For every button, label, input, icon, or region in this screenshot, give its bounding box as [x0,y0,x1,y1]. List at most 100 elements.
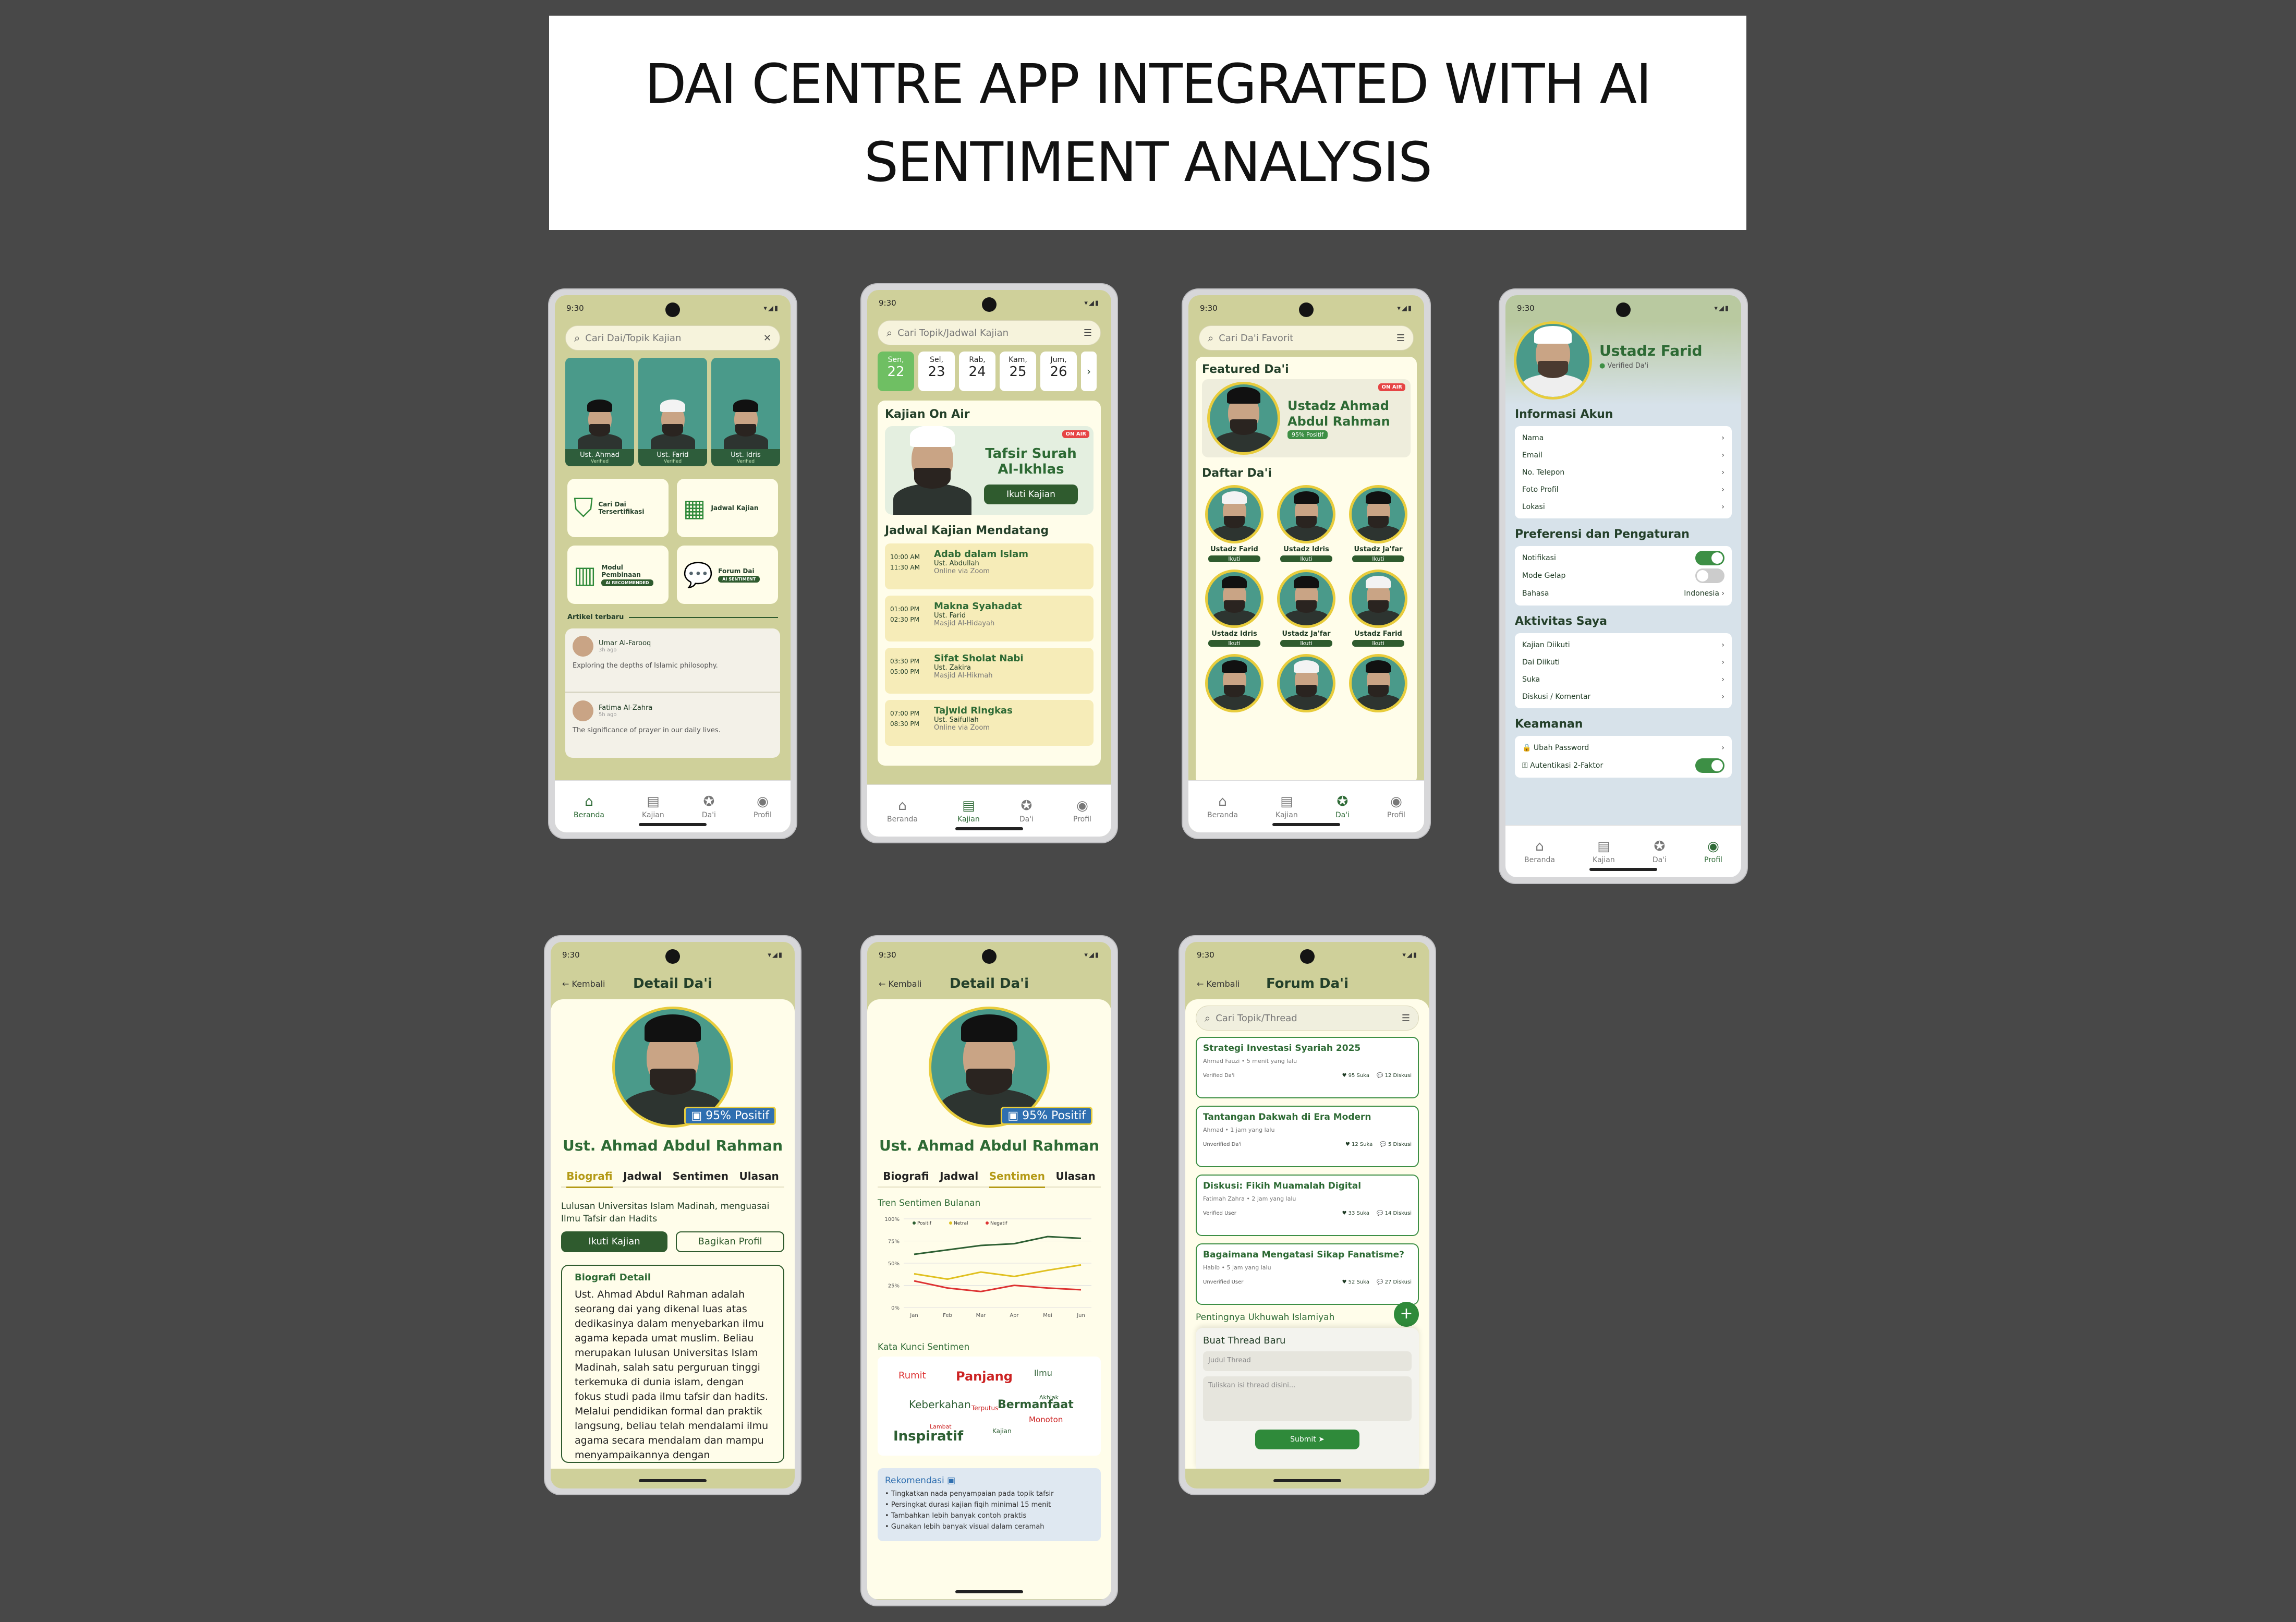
settings-row[interactable]: Nama › [1522,429,1724,446]
settings-row[interactable]: Diskusi / Komentar › [1522,688,1724,705]
follow-kajian-button[interactable]: Ikuti Kajian [984,485,1078,504]
cap-shape [1293,660,1319,673]
dai-card[interactable]: Ust. Farid Verified [638,358,707,466]
section-activity: Aktivitas Saya [1515,615,1607,628]
menu-modul[interactable]: ▥ Modul Pembinaan AI RECOMMENDED [567,546,669,604]
follow-button[interactable]: Ikuti [1280,640,1332,647]
shield-check-icon: ⛉ [574,492,593,523]
twofa-toggle[interactable] [1695,758,1724,773]
thread-card[interactable]: Strategi Investasi Syariah 2025 Ahmad Fau… [1196,1037,1419,1098]
article-meta: Umar Al-Farooq 3h ago [599,639,651,653]
menu-jadwal[interactable]: ▦ Jadwal Kajian [677,479,778,537]
nav-kajian[interactable]: ▤ Kajian [642,794,664,819]
search-bar[interactable]: ⌕ Cari Dai/Topik Kajian ✕ [565,325,780,350]
share-profile-button[interactable]: Bagikan Profil [676,1231,784,1252]
settings-row[interactable]: No. Telepon › [1522,464,1724,481]
day-chip[interactable]: Jum, 26 [1040,352,1077,391]
nav-dai[interactable]: ✪ Da'i [702,794,716,819]
close-icon[interactable]: ✕ [763,333,771,344]
tab-ulasan[interactable]: Ulasan [739,1170,779,1182]
schedule-item[interactable]: 03:30 PM 05:00 PM Sifat Sholat Nabi Ust. Za… [885,648,1094,694]
nav-dai[interactable]: ✪ Da'i [1653,839,1667,864]
tab-biografi[interactable]: Biografi [883,1170,929,1182]
dark-toggle[interactable] [1695,568,1724,583]
dai-grid-item[interactable]: Ustadz Ja'far Ikuti [1346,485,1411,562]
nav-dai[interactable]: ✪ Da'i [1335,794,1350,819]
follow-button[interactable]: Ikuti [1352,640,1404,647]
search-bar[interactable]: ⌕ Cari Topik/Jadwal Kajian ☰ [878,320,1101,345]
thread-card[interactable]: Bagaimana Mengatasi Sikap Fanatisme? Habi… [1196,1243,1419,1305]
follow-button[interactable]: Ikuti [1352,555,1404,562]
dai-grid-item[interactable]: Ustadz Farid Ikuti [1202,485,1267,562]
settings-row[interactable]: Suka › [1522,671,1724,688]
follow-button[interactable]: Ikuti [1208,640,1260,647]
filter-icon[interactable]: ☰ [1396,333,1405,344]
settings-row[interactable]: Dai Diikuti › [1522,653,1724,671]
chevron-right-icon[interactable]: › [1081,352,1097,391]
nav-beranda[interactable]: ⌂ Beranda [887,798,918,824]
featured-card[interactable]: ON AIR Ustadz Ahmad Abdul Rahman 95% Posi… [1202,379,1411,457]
tab-ulasan[interactable]: Ulasan [1056,1170,1096,1182]
nav-beranda[interactable]: ⌂ Beranda [1207,794,1238,819]
dai-grid-item[interactable]: Ustadz Ja'far Ikuti [1274,570,1339,647]
tab-sentimen[interactable]: Sentimen [989,1170,1045,1188]
dai-card[interactable]: Ust. Ahmad Verified [565,358,634,466]
nav-profil[interactable]: ◉ Profil [1387,794,1405,819]
follow-button[interactable]: Ikuti [1208,555,1260,562]
filter-icon[interactable]: ☰ [1402,1013,1410,1024]
password-row[interactable]: 🔒 Ubah Password › [1522,739,1724,757]
dai-portrait [1212,660,1257,710]
settings-row[interactable]: Email › [1522,446,1724,464]
keyword-cloud: Rumit Panjang Ilmu Keberkahan Terputus Berman… [878,1357,1101,1456]
day-chip[interactable]: Kam, 25 [1000,352,1036,391]
schedule-item[interactable]: 07:00 PM 08:30 PM Tajwid Ringkas Ust. Saifu… [885,700,1094,746]
submit-button[interactable]: Submit ➤ [1255,1430,1359,1449]
dai-grid-item[interactable]: Ustadz Farid Ikuti [1346,570,1411,647]
settings-row[interactable]: Foto Profil › [1522,481,1724,498]
article-item[interactable]: Fatima Al-Zahra 5h ago The significance of… [565,693,780,758]
nav-profil[interactable]: ◉ Profil [1704,839,1722,864]
follow-button[interactable]: Ikuti [1280,555,1332,562]
tab-jadwal[interactable]: Jadwal [940,1170,978,1182]
filter-icon[interactable]: ☰ [1084,328,1092,338]
nav-dai[interactable]: ✪ Da'i [1019,798,1034,824]
tab-jadwal[interactable]: Jadwal [623,1170,662,1182]
nav-kajian[interactable]: ▤ Kajian [957,798,980,824]
schedule-item[interactable]: 01:00 PM 02:30 PM Makna Syahadat Ust. Farid… [885,596,1094,641]
tab-biografi[interactable]: Biografi [566,1170,613,1188]
nav-kajian[interactable]: ▤ Kajian [1593,839,1615,864]
tab-sentimen[interactable]: Sentimen [673,1170,728,1182]
profile-avatar[interactable] [1514,321,1592,400]
day-chip[interactable]: Rab, 24 [959,352,995,391]
menu-cari-dai[interactable]: ⛉ Cari Dai Tersertifikasi [567,479,669,537]
schedule-item[interactable]: 10:00 AM 11:30 AM Adab dalam Islam Ust. Abd… [885,543,1094,589]
settings-row[interactable]: Kajian Diikuti › [1522,636,1724,653]
thread-title-input[interactable]: Judul Thread [1203,1351,1412,1371]
schedule-place: Online via Zoom [934,724,990,732]
nav-profil[interactable]: ◉ Profil [1073,798,1091,824]
day-chip[interactable]: Sel, 23 [918,352,955,391]
on-air-card[interactable]: ON AIR Tafsir Surah Al-Ikhlas Ikuti Kaji… [885,426,1094,515]
add-thread-button[interactable]: + [1394,1302,1419,1327]
nav-kajian[interactable]: ▤ Kajian [1275,794,1298,819]
lang-row[interactable]: Bahasa Indonesia › [1522,585,1724,602]
notif-toggle[interactable] [1695,551,1724,565]
dai-portrait [1212,491,1257,541]
search-bar[interactable]: ⌕ Cari Da'i Favorit ☰ [1199,325,1414,350]
settings-row[interactable]: Lokasi › [1522,498,1724,515]
thread-card[interactable]: Tantangan Dakwah di Era Modern Ahmad • 1 … [1196,1106,1419,1167]
thread-card[interactable]: Diskusi: Fikih Muamalah Digital Fatimah Z… [1196,1175,1419,1236]
nav-beranda[interactable]: ⌂ Beranda [574,794,604,819]
day-chip[interactable]: Sen, 22 [878,352,914,391]
dai-grid-item[interactable]: Ustadz Idris Ikuti [1202,570,1267,647]
article-item[interactable]: Umar Al-Farooq 3h ago Exploring the depths… [565,628,780,693]
dai-grid-item[interactable]: Ustadz Idris Ikuti [1274,485,1339,562]
menu-forum[interactable]: 💬 Forum Dai AI SENTIMENT [677,546,778,604]
nav-beranda[interactable]: ⌂ Beranda [1524,839,1555,864]
search-bar[interactable]: ⌕ Cari Topik/Thread ☰ [1196,1006,1419,1031]
cap-shape [587,400,613,413]
thread-body-input[interactable]: Tuliskan isi thread disini... [1203,1376,1412,1421]
follow-button[interactable]: Ikuti Kajian [561,1231,667,1252]
nav-profil[interactable]: ◉ Profil [754,794,772,819]
dai-card[interactable]: Ust. Idris Verified [711,358,780,466]
